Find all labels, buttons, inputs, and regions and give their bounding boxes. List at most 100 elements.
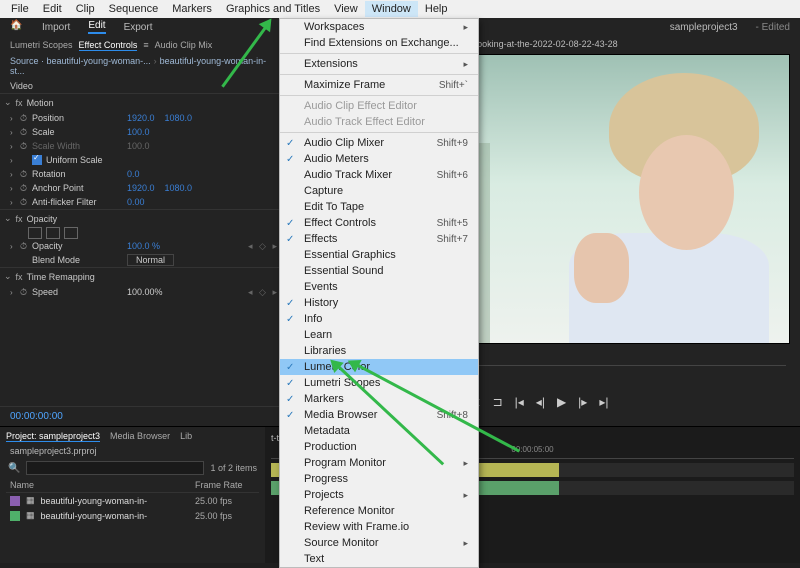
prop-uniform-scale[interactable]: ›Uniform Scale — [0, 153, 279, 167]
doc-title: sampleproject3 — [670, 22, 738, 33]
project-item[interactable]: ▦beautiful-young-woman-in-25.00 fps — [6, 508, 259, 523]
menu-item-extensions[interactable]: Extensions▸ — [280, 56, 478, 72]
tab-lumetri-scopes[interactable]: Lumetri Scopes — [10, 40, 73, 51]
clip-thumb-icon: ▦ — [26, 495, 35, 506]
menu-item-effects[interactable]: ✓EffectsShift+7 — [280, 231, 478, 247]
menu-item-history[interactable]: ✓History — [280, 295, 478, 311]
prop-anchor-point[interactable]: ›⏱Anchor Point1920.01080.0 — [0, 181, 279, 195]
menu-item-audio-clip-effect-editor: Audio Clip Effect Editor — [280, 98, 478, 114]
menu-item-libraries[interactable]: Libraries — [280, 343, 478, 359]
menu-item-events[interactable]: Events — [280, 279, 478, 295]
tab-audio-clip-mixer[interactable]: Audio Clip Mix — [155, 40, 213, 51]
menu-item-projects[interactable]: Projects▸ — [280, 487, 478, 503]
col-framerate[interactable]: Frame Rate — [195, 480, 255, 490]
col-name[interactable]: Name — [10, 480, 195, 490]
prop-position[interactable]: ›⏱Position1920.01080.0 — [0, 111, 279, 125]
step-back-icon[interactable]: ◂| — [536, 395, 545, 409]
project-panel: Project: sampleproject3 Media Browser Li… — [0, 427, 265, 563]
menu-item-audio-clip-mixer[interactable]: ✓Audio Clip MixerShift+9 — [280, 135, 478, 151]
media-browser-tab[interactable]: Media Browser — [110, 431, 170, 442]
home-icon[interactable]: 🏠 — [10, 20, 24, 34]
menu-file[interactable]: File — [4, 1, 36, 17]
tab-effect-controls[interactable]: Effect Controls — [79, 40, 138, 51]
menu-item-learn[interactable]: Learn — [280, 327, 478, 343]
menu-markers[interactable]: Markers — [165, 1, 219, 17]
project-item-count: 1 of 2 items — [210, 463, 257, 473]
menu-item-production[interactable]: Production — [280, 439, 478, 455]
motion-category[interactable]: ⌄fxMotion — [0, 93, 279, 111]
step-fwd-icon[interactable]: |▸ — [578, 395, 587, 409]
menu-item-find-extensions-on-exchange-[interactable]: Find Extensions on Exchange... — [280, 35, 478, 51]
project-search-input[interactable] — [26, 461, 204, 475]
ws-export[interactable]: Export — [124, 22, 153, 33]
panel-tabs: Lumetri Scopes Effect Controls ≡ Audio C… — [0, 36, 279, 53]
menu-graphics-and-titles[interactable]: Graphics and Titles — [219, 1, 327, 17]
mark-out-icon[interactable]: ⊐ — [493, 395, 503, 409]
menu-window[interactable]: Window — [365, 1, 418, 17]
pen-mask-icon[interactable] — [64, 227, 78, 239]
opacity-mask-tools[interactable] — [0, 227, 279, 239]
search-icon[interactable]: 🔍 — [8, 463, 20, 474]
menu-item-review-with-frame-io[interactable]: Review with Frame.io — [280, 519, 478, 535]
menu-item-metadata[interactable]: Metadata — [280, 423, 478, 439]
menu-item-text[interactable]: Text — [280, 551, 478, 567]
time-remapping-category[interactable]: ⌄fxTime Remapping — [0, 267, 279, 285]
opacity-row[interactable]: ›⏱Opacity100.0 %◂ ◇ ▸ — [0, 239, 279, 253]
project-item[interactable]: ▦beautiful-young-woman-in-25.00 fps — [6, 493, 259, 508]
check-icon: ✓ — [286, 234, 294, 245]
opacity-category[interactable]: ⌄fxOpacity — [0, 209, 279, 227]
play-icon[interactable]: ▶ — [557, 395, 566, 409]
menu-item-audio-track-effect-editor: Audio Track Effect Editor — [280, 114, 478, 130]
blend-mode-row[interactable]: Blend ModeNormal — [0, 253, 279, 267]
menu-item-edit-to-tape[interactable]: Edit To Tape — [280, 199, 478, 215]
speed-row[interactable]: ›⏱Speed100.00%◂ ◇ ▸ — [0, 285, 279, 299]
menu-edit[interactable]: Edit — [36, 1, 69, 17]
menu-item-progress[interactable]: Progress — [280, 471, 478, 487]
menu-view[interactable]: View — [327, 1, 365, 17]
effect-controls-timecode[interactable]: 00:00:00:00 — [0, 406, 279, 426]
check-icon: ✓ — [286, 314, 294, 325]
menu-item-capture[interactable]: Capture — [280, 183, 478, 199]
menu-item-essential-graphics[interactable]: Essential Graphics — [280, 247, 478, 263]
prop-scale-width[interactable]: ›⏱Scale Width100.0 — [0, 139, 279, 153]
project-file: sampleproject3.prproj — [6, 444, 259, 458]
menu-item-maximize-frame[interactable]: Maximize FrameShift+` — [280, 77, 478, 93]
menu-item-source-monitor[interactable]: Source Monitor▸ — [280, 535, 478, 551]
goto-out-icon[interactable]: ▸| — [599, 395, 608, 409]
check-icon: ✓ — [286, 298, 294, 309]
check-icon: ✓ — [286, 410, 294, 421]
check-icon: ✓ — [286, 138, 294, 149]
video-group-label: Video — [0, 79, 279, 93]
rect-mask-icon[interactable] — [46, 227, 60, 239]
check-icon: ✓ — [286, 378, 294, 389]
ws-edit[interactable]: Edit — [88, 20, 105, 34]
project-tab[interactable]: Project: sampleproject3 — [6, 431, 100, 442]
ellipse-mask-icon[interactable] — [28, 227, 42, 239]
menu-item-reference-monitor[interactable]: Reference Monitor — [280, 503, 478, 519]
menu-item-info[interactable]: ✓Info — [280, 311, 478, 327]
menu-item-effect-controls[interactable]: ✓Effect ControlsShift+5 — [280, 215, 478, 231]
check-icon: ✓ — [286, 394, 294, 405]
menu-sequence[interactable]: Sequence — [102, 1, 166, 17]
clip-color-icon — [10, 496, 20, 506]
prop-rotation[interactable]: ›⏱Rotation0.0 — [0, 167, 279, 181]
checkbox-icon[interactable] — [32, 155, 42, 165]
prop-anti-flicker-filter[interactable]: ›⏱Anti-flicker Filter0.00 — [0, 195, 279, 209]
menu-item-workspaces[interactable]: Workspaces▸ — [280, 19, 478, 35]
menu-clip[interactable]: Clip — [69, 1, 102, 17]
menu-item-program-monitor[interactable]: Program Monitor▸ — [280, 455, 478, 471]
ws-import[interactable]: Import — [42, 22, 70, 33]
check-icon: ✓ — [286, 218, 294, 229]
panel-menu-icon[interactable]: ≡ — [143, 40, 148, 51]
menu-help[interactable]: Help — [418, 1, 455, 17]
menu-item-essential-sound[interactable]: Essential Sound — [280, 263, 478, 279]
libraries-tab[interactable]: Lib — [180, 431, 192, 442]
doc-state: - Edited — [756, 22, 790, 33]
menu-item-audio-track-mixer[interactable]: Audio Track MixerShift+6 — [280, 167, 478, 183]
menu-item-lumetri-color[interactable]: ✓Lumetri Color — [280, 359, 478, 375]
goto-in-icon[interactable]: |◂ — [515, 395, 524, 409]
menu-item-audio-meters[interactable]: ✓Audio Meters — [280, 151, 478, 167]
clip-color-icon — [10, 511, 20, 521]
check-icon: ✓ — [286, 154, 294, 165]
prop-scale[interactable]: ›⏱Scale100.0 — [0, 125, 279, 139]
